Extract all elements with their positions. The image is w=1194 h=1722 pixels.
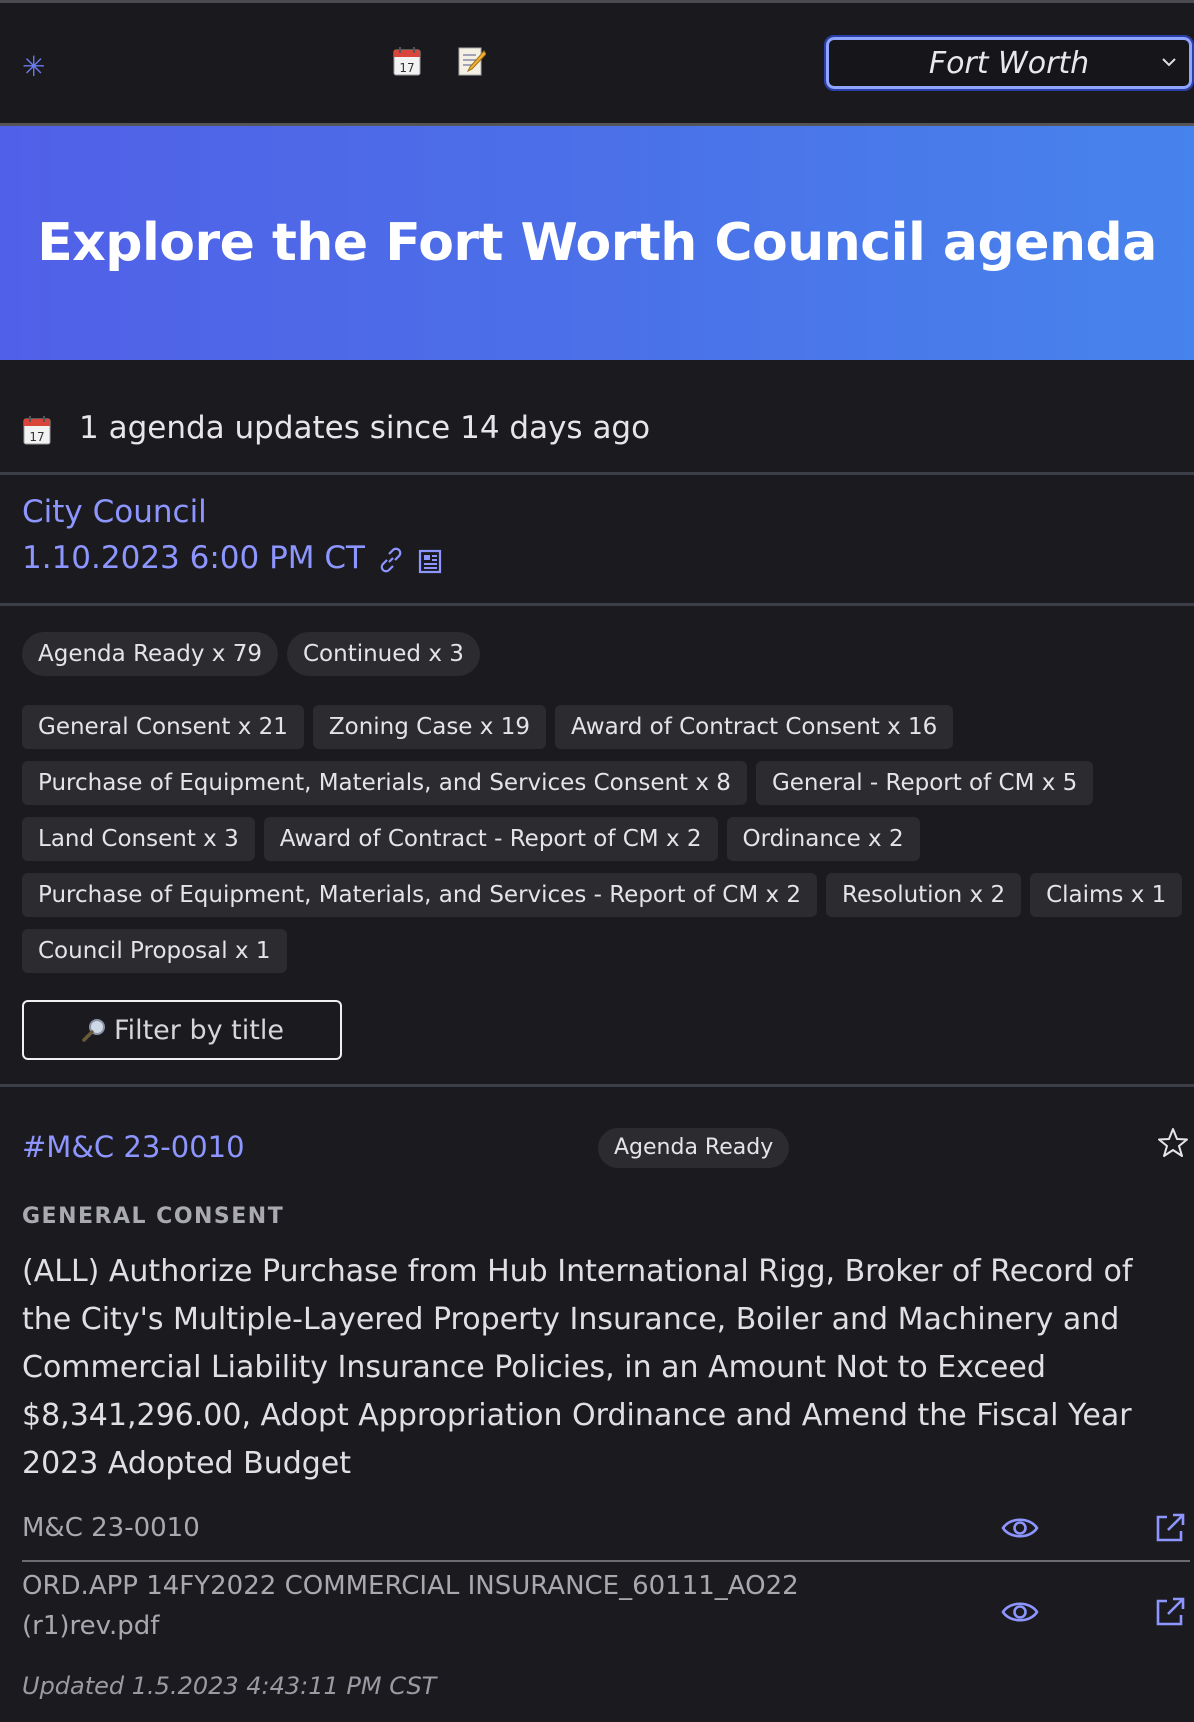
link-icon[interactable]: [377, 546, 405, 574]
status-tags: Agenda Ready x 79 Continued x 3: [22, 632, 1192, 676]
category-tag[interactable]: General - Report of CM x 5: [755, 761, 1094, 805]
status-tag[interactable]: Continued x 3: [286, 632, 480, 676]
memo-icon[interactable]: [456, 45, 486, 77]
calendar-icon[interactable]: 17: [392, 45, 422, 77]
meeting-body-link[interactable]: City Council: [22, 494, 443, 530]
divider: [0, 1084, 1194, 1087]
attachment-divider: [22, 1560, 1190, 1562]
asterisk-logo-icon[interactable]: ✳: [22, 53, 45, 81]
category-tag[interactable]: Award of Contract Consent x 16: [554, 705, 954, 749]
updates-summary: 17 1 agenda updates since 14 days ago: [0, 404, 1194, 476]
city-select[interactable]: Fort Worth: [824, 35, 1194, 91]
divider: [0, 603, 1194, 606]
category-tag[interactable]: Claims x 1: [1030, 873, 1183, 917]
eye-icon[interactable]: [1000, 1512, 1040, 1544]
attachment-name: M&C 23-0010: [22, 1513, 200, 1543]
meeting-header: City Council 1.10.2023 6:00 PM CT: [22, 494, 443, 576]
category-tag[interactable]: Council Proposal x 1: [22, 929, 287, 973]
status-badge: Agenda Ready: [598, 1128, 790, 1168]
category-tag[interactable]: Ordinance x 2: [726, 817, 920, 861]
category-tag[interactable]: Purchase of Equipment, Materials, and Se…: [22, 873, 818, 917]
hero-banner: Explore the Fort Worth Council agenda: [0, 126, 1194, 360]
item-number-link[interactable]: #M&C 23-0010: [22, 1130, 245, 1164]
calendar-icon: 17: [23, 416, 51, 445]
filter-label: Filter by title: [114, 1014, 284, 1046]
page-title: Explore the Fort Worth Council agenda: [37, 213, 1157, 273]
category-tag[interactable]: Zoning Case x 19: [312, 705, 546, 749]
city-select-value: Fort Worth: [928, 45, 1090, 81]
svg-text:17: 17: [29, 430, 44, 444]
filter-by-title-button[interactable]: Filter by title: [22, 1000, 342, 1060]
chevron-down-icon: [1162, 58, 1176, 67]
external-link-icon[interactable]: [1152, 1510, 1188, 1546]
updated-timestamp: Updated 1.5.2023 4:43:11 PM CST: [22, 1672, 437, 1700]
category-tag[interactable]: Purchase of Equipment, Materials, and Se…: [22, 761, 747, 805]
category-tag[interactable]: Land Consent x 3: [22, 817, 255, 861]
newspaper-icon[interactable]: [417, 547, 443, 575]
category-tag[interactable]: General Consent x 21: [22, 705, 304, 749]
meeting-date-link[interactable]: 1.10.2023 6:00 PM CT: [22, 540, 365, 576]
eye-icon[interactable]: [1000, 1596, 1040, 1628]
status-tag[interactable]: Agenda Ready x 79: [22, 632, 278, 676]
item-title: (ALL) Authorize Purchase from Hub Intern…: [22, 1254, 1133, 1481]
item-category: GENERAL CONSENT: [22, 1204, 285, 1229]
category-tag[interactable]: Award of Contract - Report of CM x 2: [263, 817, 718, 861]
attachment-name: ORD.APP 14FY2022 COMMERCIAL INSURANCE_60…: [22, 1571, 799, 1641]
category-tags: General Consent x 21 Zoning Case x 19 Aw…: [22, 705, 1192, 973]
svg-text:17: 17: [399, 61, 414, 75]
updates-text: 1 agenda updates since 14 days ago: [79, 410, 651, 446]
divider: [0, 472, 1194, 475]
magnifier-icon: [82, 1019, 106, 1042]
top-bar: ✳ 17 Fort Worth: [0, 0, 1194, 126]
star-icon[interactable]: [1156, 1126, 1190, 1160]
category-tag[interactable]: Resolution x 2: [826, 873, 1022, 917]
external-link-icon[interactable]: [1152, 1594, 1188, 1630]
